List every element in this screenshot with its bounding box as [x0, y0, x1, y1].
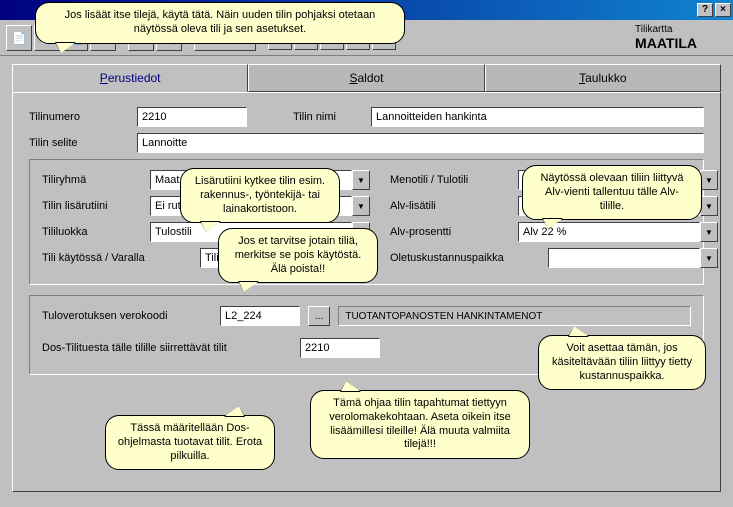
- help-bubble-4: Näytössä olevaan tiliin liittyvä Alv-vie…: [522, 165, 702, 220]
- chevron-down-icon[interactable]: ▼: [352, 170, 370, 190]
- help-bubble-7: Tässä määritellään Dos-ohjelmasta tuotav…: [105, 415, 275, 470]
- tilinumero-input[interactable]: [137, 107, 247, 127]
- help-bubble-5: Voit asettaa tämän, jos käsiteltävään ti…: [538, 335, 706, 390]
- label-oletuskustannus: Oletuskustannuspaikka: [390, 252, 540, 264]
- label-menotili: Menotili / Tulotili: [390, 174, 510, 186]
- tab-perustiedot[interactable]: Perustiedot: [12, 64, 248, 92]
- label-tilinumero: Tilinumero: [29, 111, 129, 123]
- label-tiliryhma: Tiliryhmä: [42, 174, 142, 186]
- label-lisarutiini: Tilin lisärutiini: [42, 200, 142, 212]
- tilin-nimi-input[interactable]: [371, 107, 704, 127]
- tilin-selite-input[interactable]: [137, 133, 704, 153]
- chart-name: MAATILA: [635, 35, 697, 51]
- tab-strip: Perustiedot Saldot Taulukko: [12, 64, 721, 92]
- tab-saldot[interactable]: Saldot: [248, 64, 484, 92]
- label-alvprosentti: Alv-prosentti: [390, 226, 510, 238]
- chart-label: Tilikartta: [635, 24, 697, 35]
- label-tilin-nimi: Tilin nimi: [293, 111, 363, 123]
- label-tililuokka: Tililuokka: [42, 226, 142, 238]
- help-bubble-2: Lisärutiini kytkee tilin esim. rakennus-…: [180, 168, 340, 223]
- help-bubble-1: Jos lisäät itse tilejä, käytä tätä. Näin…: [35, 2, 405, 44]
- label-tuloverotuksen: Tuloverotuksen verokoodi: [42, 310, 212, 322]
- label-dos-tilituesta: Dos-Tilituesta tälle tilille siirrettävä…: [42, 342, 292, 354]
- chevron-down-icon[interactable]: ▼: [700, 248, 718, 268]
- help-button[interactable]: ?: [697, 3, 713, 17]
- verokoodi-desc: TUOTANTOPANOSTEN HANKINTAMENOT: [338, 306, 691, 326]
- close-button[interactable]: ×: [715, 3, 731, 17]
- help-bubble-6: Tämä ohjaa tilin tapahtumat tiettyyn ver…: [310, 390, 530, 459]
- label-tilikaytossa: Tili käytössä / Varalla: [42, 252, 192, 264]
- oletuskustannus-combo[interactable]: [548, 248, 700, 268]
- help-bubble-3: Jos et tarvitse jotain tiliä, merkitse s…: [218, 228, 378, 283]
- chevron-down-icon[interactable]: ▼: [700, 196, 718, 216]
- label-tilin-selite: Tilin selite: [29, 137, 129, 149]
- chart-indicator: Tilikartta MAATILA: [635, 24, 697, 51]
- new-icon[interactable]: 📄: [6, 25, 32, 51]
- chevron-down-icon[interactable]: ▼: [700, 170, 718, 190]
- verokoodi-browse-button[interactable]: ...: [308, 306, 330, 326]
- chevron-down-icon[interactable]: ▼: [352, 196, 370, 216]
- label-alvlisatili: Alv-lisätili: [390, 200, 510, 212]
- dos-tilit-input[interactable]: [300, 338, 380, 358]
- verokoodi-input[interactable]: [220, 306, 300, 326]
- tab-taulukko[interactable]: Taulukko: [485, 64, 721, 92]
- chevron-down-icon[interactable]: ▼: [700, 222, 718, 242]
